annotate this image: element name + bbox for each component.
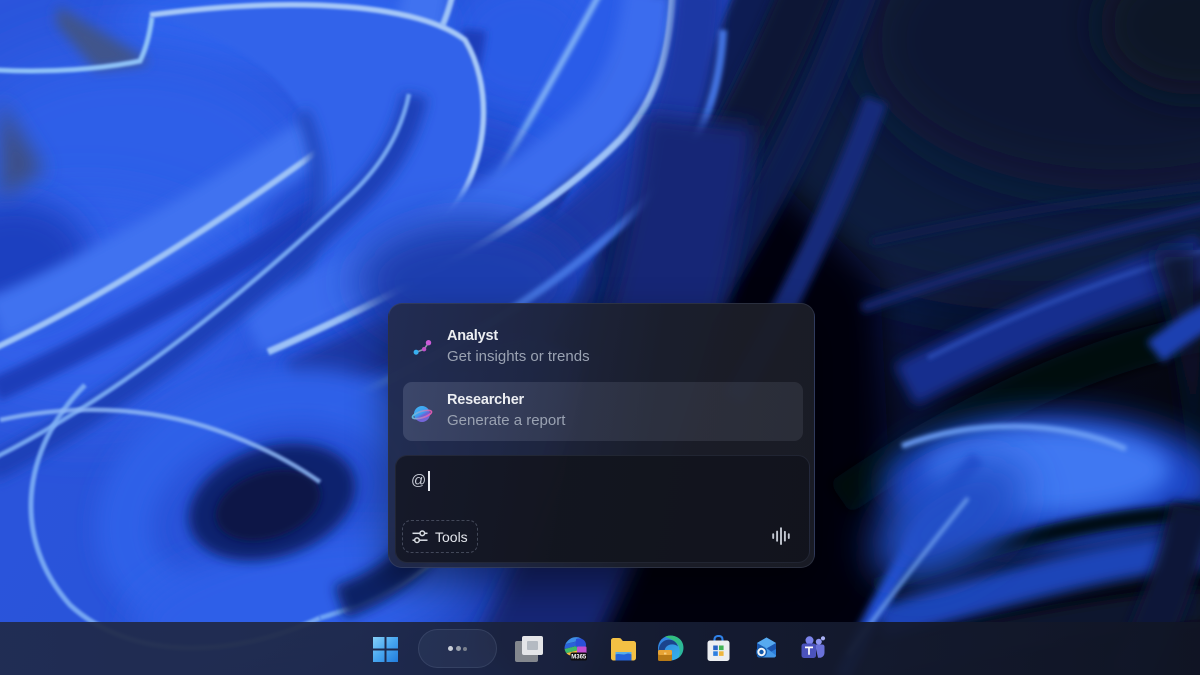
svg-text:M365: M365 bbox=[571, 655, 587, 661]
